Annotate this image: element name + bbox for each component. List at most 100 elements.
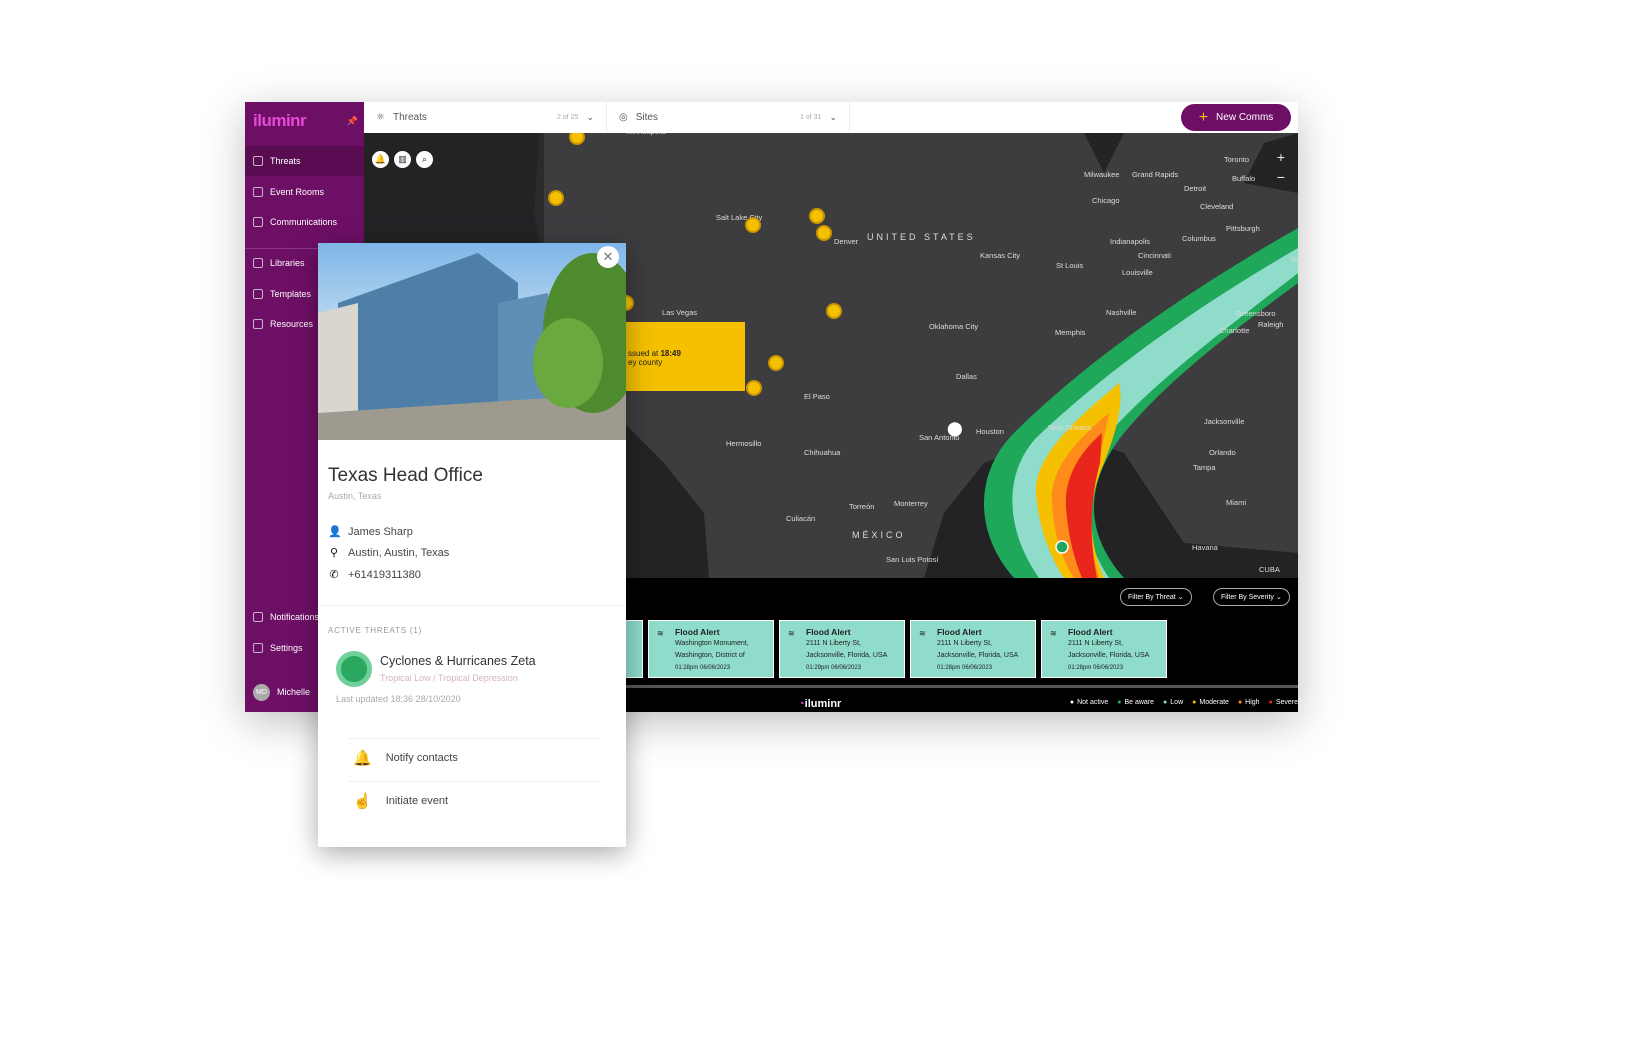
threats-icon: ⚛	[376, 112, 385, 123]
cyclone-icon	[336, 651, 372, 687]
map-label: New Orleans	[1048, 423, 1092, 432]
gear-icon	[253, 643, 263, 653]
threat-marker[interactable]	[745, 217, 761, 233]
phone-icon: ✆	[329, 569, 339, 581]
zoom-controls: + −	[1272, 147, 1290, 187]
initiate-event-button[interactable]: ☝ Initiate event	[348, 781, 602, 819]
threats-select[interactable]: ⚛ Threats 2 of 25 ⌄	[364, 102, 607, 133]
threat-marker[interactable]	[809, 208, 825, 224]
site-photo: ✕	[318, 243, 626, 440]
location-pin-icon: ◎	[619, 112, 628, 123]
legend-item: Low	[1163, 699, 1183, 706]
legend-item: Be aware	[1117, 699, 1154, 706]
legend-item: High	[1238, 699, 1259, 706]
bell-icon	[253, 612, 263, 622]
map-label: Chihuahua	[804, 448, 841, 457]
map-label: Miami	[1226, 498, 1246, 507]
map-label: Torreón	[849, 502, 875, 511]
flood-icon: ≋	[1050, 629, 1057, 638]
hurricane-icon[interactable]	[1055, 540, 1069, 554]
filter-by-threat-button[interactable]: Filter By Threat ⌄	[1120, 588, 1192, 606]
alert-card[interactable]: ≋ Flood Alert 2111 N Liberty St, Jacksonvil…	[779, 620, 905, 678]
map-label: Columbus	[1182, 234, 1216, 243]
map-label: Cincinnati	[1138, 251, 1171, 260]
footer-logo: ◔iluminr	[798, 698, 842, 710]
map-label: Grand Rapids	[1132, 170, 1179, 179]
zoom-out-button[interactable]: −	[1272, 167, 1290, 187]
sidebar-item-event-rooms[interactable]: Event Rooms	[245, 177, 364, 207]
sidebar-item-communications[interactable]: Communications	[245, 207, 364, 237]
map-label: Tampa	[1193, 463, 1216, 472]
map-label: Greensboro	[1236, 309, 1276, 318]
flood-icon: ≋	[788, 629, 795, 638]
map-label: Buffalo	[1232, 174, 1256, 183]
map-label: Houston	[976, 427, 1004, 436]
zoom-in-button[interactable]: +	[1272, 147, 1290, 167]
alert-card[interactable]: ≋ Flood Alert 2111 N Liberty St, Jacksonvil…	[1041, 620, 1167, 678]
plus-icon: +	[1198, 108, 1209, 126]
legend-item: Severe	[1269, 699, 1298, 706]
map-label: Washington	[1291, 255, 1298, 264]
book-icon	[253, 258, 263, 268]
map-label: Indianapolis	[1110, 237, 1151, 246]
map-label: Charlotte	[1219, 326, 1250, 335]
map-label: Pittsburgh	[1226, 224, 1260, 233]
map-label: Dallas	[956, 372, 977, 381]
map-label: Oklahoma City	[929, 322, 979, 331]
map-label: Denver	[834, 237, 859, 246]
threats-icon	[253, 156, 263, 166]
chevron-down-icon: ⌄	[586, 112, 594, 122]
communications-icon	[253, 217, 263, 227]
map-label: Havana	[1192, 543, 1218, 552]
threat-marker[interactable]	[768, 355, 784, 371]
sites-select[interactable]: ◎ Sites 1 of 31 ⌄	[607, 102, 850, 133]
severity-legend: Not active Be aware Low Moderate High Severe	[1070, 699, 1298, 706]
map-label: UNITED STATES	[867, 232, 976, 242]
contact-row: 👤 James Sharp	[328, 525, 413, 539]
filter-by-severity-button[interactable]: Filter By Severity ⌄	[1213, 588, 1290, 606]
building-image	[318, 253, 626, 440]
resources-icon	[253, 319, 263, 329]
alert-card[interactable]: ≋Flood AlertWashington Monument,Washingt…	[648, 620, 774, 678]
threat-marker[interactable]	[746, 380, 762, 396]
legend-item: Moderate	[1192, 699, 1229, 706]
site-popup: ✕ Texas Head Office Austin, Texas 👤 James…	[318, 243, 626, 847]
threat-name[interactable]: Cyclones & Hurricanes Zeta	[380, 654, 536, 668]
notify-contacts-button[interactable]: 🔔 Notify contacts	[348, 738, 602, 776]
threat-marker[interactable]	[548, 190, 564, 206]
map-label: Monterrey	[894, 499, 928, 508]
map-label: Louisville	[1122, 268, 1153, 277]
map-label: Cleveland	[1200, 202, 1234, 211]
search-icon[interactable]: ⌕	[416, 151, 433, 168]
touch-icon: ☝	[353, 792, 372, 810]
person-icon: 👤	[328, 526, 342, 538]
map-layers-icon[interactable]: ▥	[394, 151, 411, 168]
topbar: ⚛ Threats 2 of 25 ⌄ ◎ Sites 1 of 31 ⌄ + New Com…	[364, 102, 1298, 133]
site-subtitle: Austin, Texas	[328, 491, 382, 501]
map-label: Toronto	[1224, 155, 1250, 164]
clipboard-icon	[253, 289, 263, 299]
new-comms-button[interactable]: + New Comms	[1181, 104, 1291, 131]
map-label: Milwaukee	[1084, 170, 1120, 179]
alert-card[interactable]: ≋ Flood Alert 2111 N Liberty St, Jacksonvil…	[910, 620, 1036, 678]
map-label: Minneapolis	[626, 133, 666, 136]
map-label: Culiacán	[786, 514, 816, 523]
close-button[interactable]: ✕	[597, 246, 619, 268]
site-title: Texas Head Office	[328, 465, 483, 486]
map-label: Hermosillo	[726, 439, 762, 448]
sidebar-item-threats[interactable]: Threats	[245, 146, 364, 176]
map-tools: 🔔 ▥ ⌕	[372, 151, 433, 168]
threat-marker[interactable]	[816, 225, 832, 241]
alert-bell-icon[interactable]: 🔔	[372, 151, 389, 168]
active-threats-heading: ACTIVE THREATS (1)	[328, 626, 423, 635]
site-pin-icon[interactable]: ⬤	[947, 420, 963, 437]
map-label: Nashville	[1106, 308, 1137, 317]
map-label: St Louis	[1056, 261, 1084, 270]
flood-icon: ≋	[919, 629, 926, 638]
chevron-down-icon: ⌄	[829, 112, 837, 122]
threat-marker[interactable]	[826, 303, 842, 319]
phone-row[interactable]: ✆ +61419311380	[328, 568, 421, 582]
divider	[318, 605, 626, 606]
pin-icon[interactable]: 📌	[347, 116, 358, 127]
map-label: MÉXICO	[852, 530, 906, 540]
